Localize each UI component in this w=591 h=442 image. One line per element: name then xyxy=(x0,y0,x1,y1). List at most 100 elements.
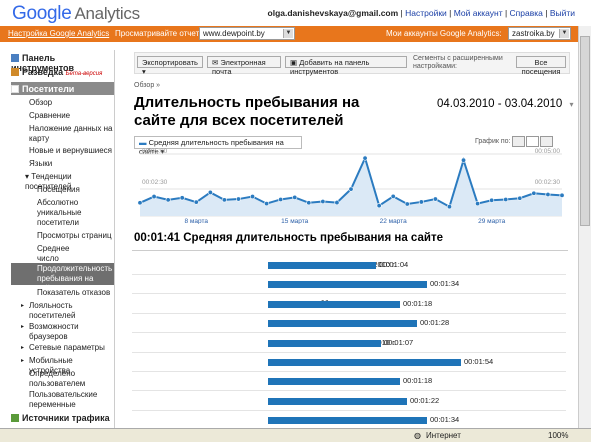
sidebar: Панель инструментов Разведка Бета-версия… xyxy=(11,50,115,428)
data-point xyxy=(376,203,382,209)
triangle-right-icon[interactable]: ▸ xyxy=(21,323,24,330)
export-button[interactable]: Экспортировать ▾ xyxy=(137,56,203,76)
table-row: вторник, 9 марта 2010 г.00:01:54 xyxy=(132,353,566,372)
table-row: пятница, 5 марта 2010 г.00:01:34 xyxy=(132,275,566,295)
site-select[interactable]: www.dewpoint.by ▼ xyxy=(199,27,295,40)
y-tick-label: 00:02:30 xyxy=(142,179,168,186)
data-point xyxy=(165,197,171,203)
all-visits-button[interactable]: Все посещения xyxy=(516,56,566,76)
data-point xyxy=(489,197,495,203)
zone-label: Интернет xyxy=(426,431,461,440)
data-point xyxy=(179,195,185,201)
graph-by-month-button[interactable] xyxy=(540,136,553,147)
data-point xyxy=(545,192,551,198)
row-value: 00:01:34 xyxy=(430,415,460,425)
y-tick-label: 00:05:00 xyxy=(142,148,168,155)
table-row: суббота, 6 марта 2010 г.00:01:18 xyxy=(132,295,566,314)
chart-line-icon: ▬ xyxy=(139,138,147,147)
row-bar xyxy=(268,339,381,347)
x-tick-label: 15 марта xyxy=(281,218,308,224)
data-point xyxy=(503,196,509,202)
graph-by-day-button[interactable] xyxy=(512,136,525,147)
sidebar-item-traffic-sources[interactable]: Источники трафика xyxy=(11,413,114,423)
sidebar-item-new-vs-returning[interactable]: Новые и вернувшиеся xyxy=(11,146,114,156)
scrollbar[interactable] xyxy=(578,26,591,428)
sidebar-item-visitors[interactable]: Посетители xyxy=(11,82,114,95)
date-range-selector[interactable]: 04.03.2010 - 03.04.2010 ▾ xyxy=(437,98,574,110)
account-links: olga.danishevskaya@gmail.com | Настройки… xyxy=(267,8,575,18)
logo-google: Google xyxy=(12,3,72,24)
account-select[interactable]: zastroika.by ▼ xyxy=(508,27,571,40)
sidebar-item-visits[interactable]: Посещения xyxy=(11,185,114,195)
account-bar: Настройка Google Analytics Просматривайт… xyxy=(0,26,578,42)
row-bar xyxy=(268,378,400,386)
graph-by-week-button[interactable] xyxy=(526,136,539,147)
row-value: 00:01:07 xyxy=(384,337,414,347)
data-point xyxy=(432,196,438,202)
row-value: 00:01:18 xyxy=(403,298,433,308)
google-analytics-logo[interactable]: Google Analytics xyxy=(12,3,140,25)
sidebar-item-custom-variables[interactable]: Пользовательские переменные xyxy=(11,390,114,410)
sidebar-item-languages[interactable]: Языки xyxy=(11,159,114,169)
data-point xyxy=(250,194,256,200)
dashboard-icon xyxy=(11,54,19,62)
sign-out-link[interactable]: Выйти xyxy=(550,8,575,18)
sidebar-item-user-defined[interactable]: Определено пользователем xyxy=(11,369,114,389)
add-to-dashboard-button[interactable]: ▣ Добавить на панель инструментов xyxy=(285,56,407,76)
sidebar-item-unique-visitors[interactable]: Абсолютно уникальные посетители xyxy=(11,198,114,228)
table-row: четверг, 4 марта 2010 г.00:01:04 xyxy=(132,256,566,275)
sidebar-item-benchmarking[interactable]: Сравнение xyxy=(11,111,114,121)
chevron-down-icon: ▾ xyxy=(142,67,146,76)
row-value: 00:01:04 xyxy=(379,260,409,269)
data-point xyxy=(137,200,143,206)
data-point xyxy=(390,193,396,199)
data-point xyxy=(151,194,157,200)
intelligence-icon xyxy=(11,68,19,76)
sidebar-item-network-properties[interactable]: Сетевые параметры xyxy=(11,343,114,353)
breadcrumb[interactable]: Обзор » xyxy=(134,82,160,89)
row-bar xyxy=(268,359,461,366)
scrollbar-thumb[interactable] xyxy=(580,36,590,226)
sidebar-item-time-on-site[interactable]: Продолжительность пребывания на сайте xyxy=(11,263,114,293)
view-reports-label: Просматривайте отчеты: xyxy=(115,29,208,38)
my-account-link[interactable]: Мой аккаунт xyxy=(454,8,503,18)
data-point xyxy=(306,200,312,206)
x-tick-label: 8 марта xyxy=(185,218,209,224)
email-button[interactable]: ✉ Электронная почта xyxy=(207,56,281,76)
data-point xyxy=(404,201,410,207)
sidebar-item-overview[interactable]: Обзор xyxy=(11,98,114,108)
sidebar-item-intelligence[interactable]: Разведка Бета-версия xyxy=(11,67,114,79)
chevron-down-icon: ▾ xyxy=(569,100,574,109)
top-header: Google Analytics olga.danishevskaya@gmail… xyxy=(0,0,591,26)
add-icon: ▣ xyxy=(290,58,298,67)
page-title: Длительность пребывания на сайте для все… xyxy=(134,94,360,129)
data-point xyxy=(320,199,326,205)
sidebar-item-map-overlay[interactable]: Наложение данных на карту xyxy=(11,124,114,144)
x-tick-label: 29 марта xyxy=(478,218,505,224)
triangle-down-icon: ▾ xyxy=(25,172,30,181)
sidebar-item-browser-capabilities[interactable]: Возможности браузеров xyxy=(11,322,114,342)
chart-plot: 00:05:00 00:05:00 00:02:30 00:02:30 8 марта 1… xyxy=(137,148,565,224)
triangle-right-icon[interactable]: ▸ xyxy=(21,357,24,364)
triangle-right-icon[interactable]: ▸ xyxy=(21,302,24,309)
sidebar-item-bounce-rate[interactable]: Показатель отказов xyxy=(11,288,114,298)
sidebar-item-visitor-loyalty[interactable]: Лояльность посетителей xyxy=(11,301,114,321)
triangle-right-icon[interactable]: ▸ xyxy=(21,344,24,351)
divider xyxy=(132,250,568,251)
data-point xyxy=(446,204,452,210)
envelope-icon: ✉ xyxy=(212,58,219,67)
table-row: среда, 10 марта 2010 г.00:01:18 xyxy=(132,372,566,392)
zoom-level[interactable]: 100% xyxy=(548,431,568,440)
table-row: четверг, 11 марта 2010 г.00:01:22 xyxy=(132,392,566,411)
sidebar-item-pageviews[interactable]: Просмотры страниц xyxy=(11,231,114,241)
row-bar xyxy=(268,300,400,308)
help-link[interactable]: Справка xyxy=(510,8,543,18)
data-point xyxy=(207,189,213,195)
row-bar xyxy=(268,320,417,328)
analytics-settings-link[interactable]: Настройка Google Analytics xyxy=(8,29,109,38)
row-value: 00:01:18 xyxy=(403,376,433,386)
line-chart: ▬ Средняя длительность пребывания на сай… xyxy=(134,134,568,224)
settings-link[interactable]: Настройки xyxy=(405,8,447,18)
data-point xyxy=(475,201,481,207)
traffic-sources-icon xyxy=(11,414,19,422)
